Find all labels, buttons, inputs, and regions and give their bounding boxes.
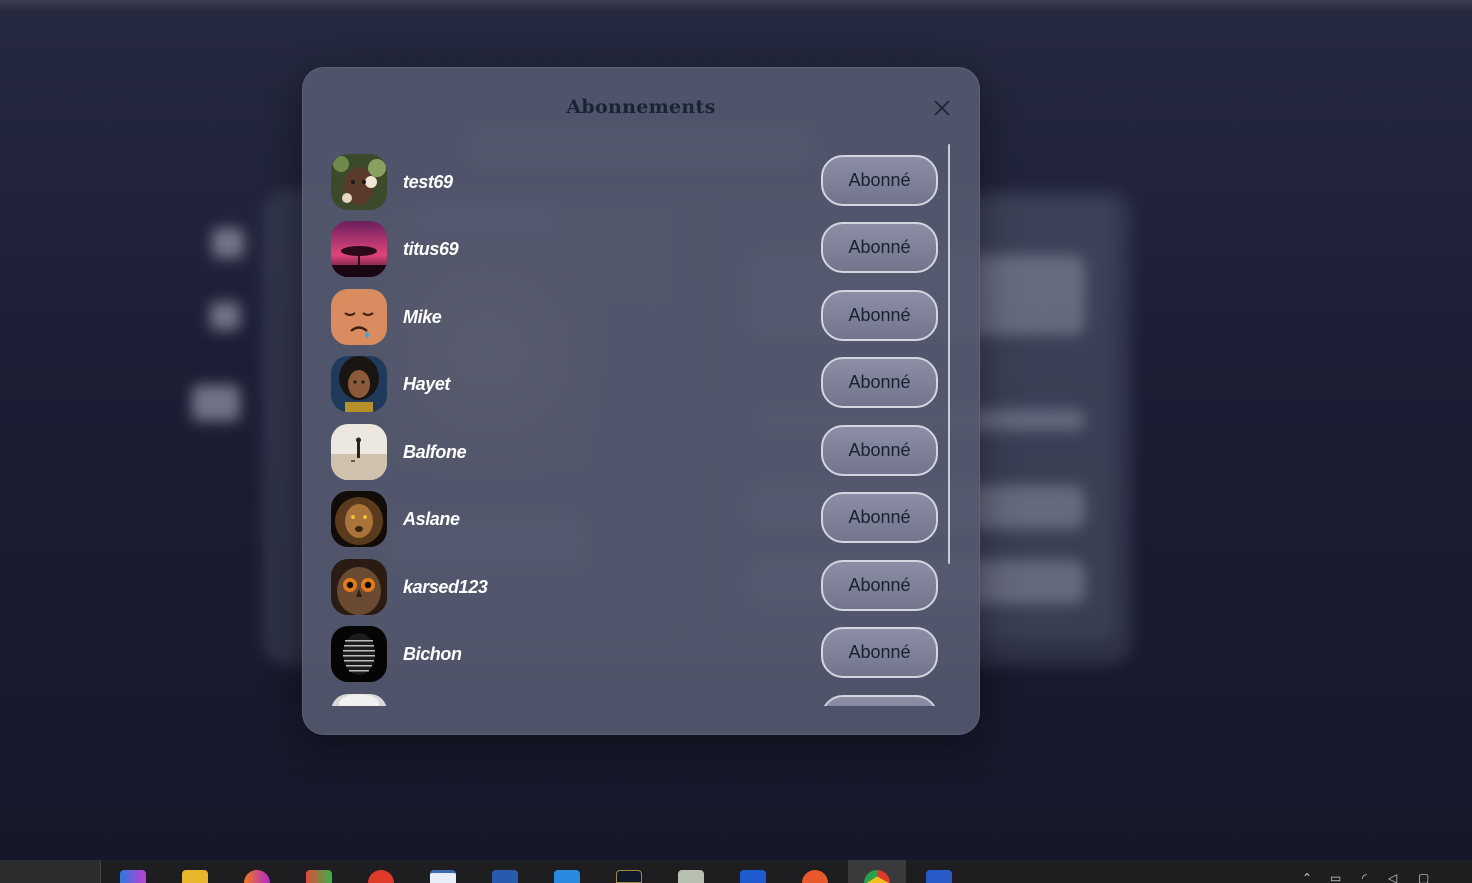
file-explorer-icon[interactable] bbox=[182, 870, 208, 883]
username[interactable]: titus69 bbox=[403, 239, 459, 260]
avatar[interactable] bbox=[331, 154, 387, 210]
following-button[interactable] bbox=[821, 695, 938, 706]
partially-visible-avatar bbox=[331, 694, 387, 706]
image-app-icon[interactable] bbox=[678, 870, 704, 883]
battery-icon[interactable]: ▭ bbox=[1330, 871, 1341, 883]
firefox-icon[interactable] bbox=[244, 870, 270, 883]
followings-list[interactable]: test69 Abonné titus69 Abonné Mike Abonné… bbox=[325, 148, 951, 706]
striped-mask-avatar bbox=[331, 626, 387, 682]
username[interactable]: Bichon bbox=[403, 644, 462, 665]
avatar[interactable] bbox=[331, 626, 387, 682]
avatar[interactable] bbox=[331, 491, 387, 547]
following-button[interactable]: Abonné bbox=[821, 222, 938, 273]
lion-avatar bbox=[331, 491, 387, 547]
background-nav-icon bbox=[212, 228, 244, 258]
orange-app-icon[interactable] bbox=[802, 870, 828, 883]
following-button[interactable]: Abonné bbox=[821, 627, 938, 678]
taskbar: ⌃ ▭ ◜ ◁ ▢ bbox=[0, 860, 1472, 883]
following-button[interactable]: Abonné bbox=[821, 290, 938, 341]
pink-tree-sunset-avatar bbox=[331, 221, 387, 277]
list-item: Aslane Abonné bbox=[325, 485, 951, 552]
notification-icon[interactable]: ▢ bbox=[1418, 871, 1429, 883]
following-button[interactable]: Abonné bbox=[821, 155, 938, 206]
list-item bbox=[325, 688, 951, 706]
dark-app-icon[interactable] bbox=[616, 870, 642, 883]
mail-app-icon[interactable] bbox=[740, 870, 766, 883]
paint-icon[interactable] bbox=[306, 870, 332, 883]
copilot-icon[interactable] bbox=[120, 870, 146, 883]
volume-icon[interactable]: ◁ bbox=[1388, 871, 1397, 883]
username[interactable]: Mike bbox=[403, 307, 442, 328]
sad-face-emoji-avatar bbox=[331, 289, 387, 345]
avatar[interactable] bbox=[331, 424, 387, 480]
following-button[interactable]: Abonné bbox=[821, 492, 938, 543]
avatar[interactable] bbox=[331, 221, 387, 277]
chevron-up-icon[interactable]: ⌃ bbox=[1302, 871, 1312, 883]
list-scrollbar[interactable] bbox=[948, 144, 951, 706]
close-button[interactable] bbox=[930, 96, 954, 120]
woman-with-flowers-avatar bbox=[331, 154, 387, 210]
list-item: Balfone Abonné bbox=[325, 418, 951, 485]
followings-modal: Abonnements test69 Abonné titus69 Abonné… bbox=[302, 67, 980, 735]
list-item: titus69 Abonné bbox=[325, 215, 951, 282]
username[interactable]: Hayet bbox=[403, 374, 450, 395]
username[interactable]: Aslane bbox=[403, 509, 460, 530]
taskbar-search[interactable] bbox=[0, 860, 101, 883]
background-nav-icon bbox=[210, 302, 240, 330]
woman-portrait-avatar bbox=[331, 356, 387, 412]
owl-avatar bbox=[331, 559, 387, 615]
list-item: Bichon Abonné bbox=[325, 620, 951, 687]
avatar[interactable] bbox=[331, 356, 387, 412]
beach-figure-avatar bbox=[331, 424, 387, 480]
avatar[interactable] bbox=[331, 289, 387, 345]
following-button[interactable]: Abonné bbox=[821, 357, 938, 408]
avatar[interactable] bbox=[331, 559, 387, 615]
app-red-icon[interactable] bbox=[368, 870, 394, 883]
username[interactable]: karsed123 bbox=[403, 577, 488, 598]
wifi-icon[interactable]: ◜ bbox=[1362, 871, 1367, 883]
list-item: Hayet Abonné bbox=[325, 350, 951, 417]
avatar[interactable] bbox=[331, 694, 387, 706]
shield-app-icon[interactable] bbox=[492, 870, 518, 883]
list-item: Mike Abonné bbox=[325, 283, 951, 350]
list-item: karsed123 Abonné bbox=[325, 553, 951, 620]
list-item: test69 Abonné bbox=[325, 148, 951, 215]
scrollbar-thumb[interactable] bbox=[948, 144, 950, 564]
modal-title: Abonnements bbox=[566, 96, 716, 118]
word-icon[interactable] bbox=[926, 870, 952, 883]
username[interactable]: Balfone bbox=[403, 442, 467, 463]
window-app-icon[interactable] bbox=[430, 870, 456, 883]
following-button[interactable]: Abonné bbox=[821, 560, 938, 611]
background-nav-icon bbox=[192, 385, 240, 421]
vscode-icon[interactable] bbox=[554, 870, 580, 883]
username[interactable]: test69 bbox=[403, 172, 453, 193]
close-icon bbox=[934, 100, 950, 116]
following-button[interactable]: Abonné bbox=[821, 425, 938, 476]
